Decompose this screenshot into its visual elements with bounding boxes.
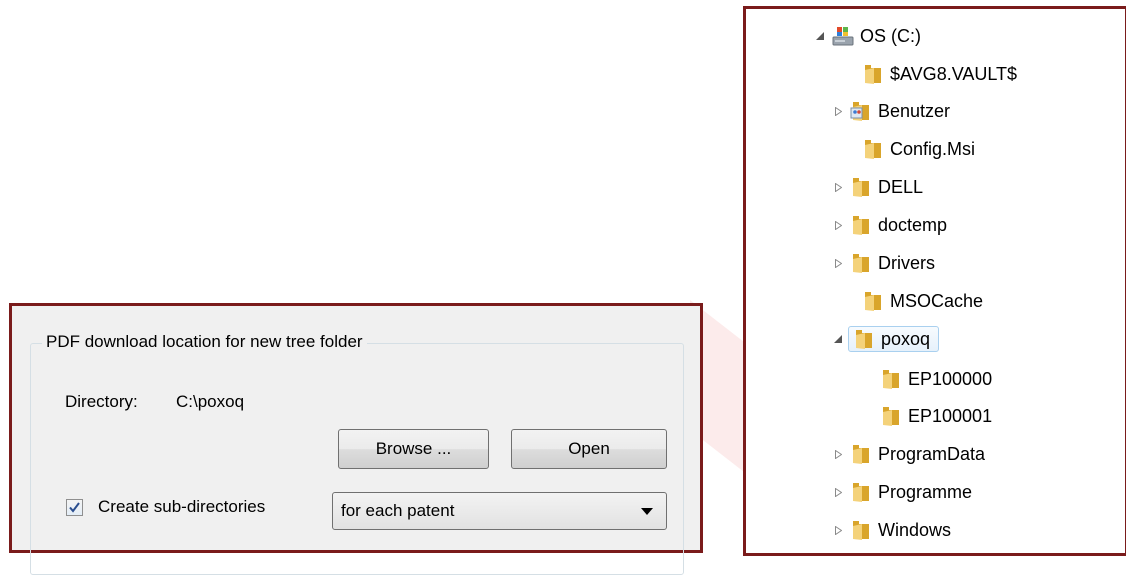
collapsed-arrow-icon[interactable] bbox=[832, 248, 844, 278]
folder-icon bbox=[853, 328, 875, 350]
create-subdirs-checkbox[interactable] bbox=[66, 498, 83, 516]
tree-node-doctemp[interactable]: doctemp bbox=[832, 210, 947, 240]
tree-node-label[interactable]: Config.Msi bbox=[890, 139, 975, 160]
browse-button[interactable]: Browse ... bbox=[338, 429, 489, 469]
tree-node-programdata[interactable]: ProgramData bbox=[832, 439, 985, 469]
folder-icon bbox=[850, 252, 872, 274]
tree-node-label[interactable]: DELL bbox=[878, 177, 923, 198]
expanded-arrow-icon[interactable] bbox=[832, 324, 844, 354]
tree-node-label[interactable]: Benutzer bbox=[878, 101, 950, 122]
tree-node-label[interactable]: doctemp bbox=[878, 215, 947, 236]
tree-node-drivers[interactable]: Drivers bbox=[832, 248, 935, 278]
collapsed-arrow-icon[interactable] bbox=[832, 439, 844, 469]
tree-node-label[interactable]: OS (C:) bbox=[860, 26, 921, 47]
folder-icon bbox=[862, 138, 884, 160]
user-folder-icon bbox=[850, 100, 872, 122]
tree-node-label[interactable]: Windows bbox=[878, 520, 951, 541]
subdir-option-value: for each patent bbox=[341, 501, 455, 520]
folder-icon bbox=[862, 290, 884, 312]
tree-node-poxoq[interactable]: poxoq bbox=[832, 324, 940, 354]
tree-node-programme[interactable]: Programme bbox=[832, 477, 972, 507]
collapsed-arrow-icon[interactable] bbox=[832, 477, 844, 507]
tree-node-ep100001[interactable]: EP100001 bbox=[862, 401, 992, 431]
tree-node-benutzer[interactable]: Benutzer bbox=[832, 96, 950, 126]
tree-node-selection[interactable]: poxoq bbox=[848, 326, 940, 352]
tree-node-msocache[interactable]: MSOCache bbox=[844, 286, 983, 316]
tree-node-config-msi[interactable]: Config.Msi bbox=[844, 134, 975, 164]
tree-node-windows[interactable]: Windows bbox=[832, 515, 951, 545]
tree-node-label[interactable]: MSOCache bbox=[890, 291, 983, 312]
folder-icon bbox=[880, 405, 902, 427]
open-button[interactable]: Open bbox=[511, 429, 667, 469]
folder-icon bbox=[850, 214, 872, 236]
collapsed-arrow-icon[interactable] bbox=[832, 172, 844, 202]
folder-tree: OS (C:) $AVG8.VAULT$ Benutzer Config.Msi bbox=[743, 6, 1126, 556]
tree-node-drive[interactable]: OS (C:) bbox=[814, 21, 921, 51]
tree-node-label[interactable]: Programme bbox=[878, 482, 972, 503]
folder-icon bbox=[850, 176, 872, 198]
tree-node-label[interactable]: ProgramData bbox=[878, 444, 985, 465]
group-title: PDF download location for new tree folde… bbox=[42, 332, 367, 352]
folder-icon bbox=[880, 368, 902, 390]
pdf-download-dialog: PDF download location for new tree folde… bbox=[9, 303, 703, 575]
tree-node-label[interactable]: Drivers bbox=[878, 253, 935, 274]
create-subdirs-label[interactable]: Create sub-directories bbox=[98, 497, 265, 517]
tree-node-label[interactable]: poxoq bbox=[881, 329, 930, 350]
collapsed-arrow-icon[interactable] bbox=[832, 515, 844, 545]
tree-node-label[interactable]: EP100001 bbox=[908, 406, 992, 427]
collapsed-arrow-icon[interactable] bbox=[832, 210, 844, 240]
collapsed-arrow-icon[interactable] bbox=[832, 96, 844, 126]
subdir-option-select[interactable]: for each patent bbox=[332, 492, 667, 530]
folder-icon bbox=[862, 63, 884, 85]
chevron-down-icon[interactable] bbox=[640, 507, 654, 515]
tree-node-avg8[interactable]: $AVG8.VAULT$ bbox=[844, 59, 1017, 89]
expanded-arrow-icon[interactable] bbox=[814, 21, 826, 51]
checkmark-icon bbox=[69, 501, 80, 513]
tree-node-label[interactable]: $AVG8.VAULT$ bbox=[890, 64, 1017, 85]
tree-node-dell[interactable]: DELL bbox=[832, 172, 923, 202]
tree-node-label[interactable]: EP100000 bbox=[908, 369, 992, 390]
folder-icon bbox=[850, 481, 872, 503]
tree-node-ep100000[interactable]: EP100000 bbox=[862, 364, 992, 394]
create-subdirs-row[interactable]: Create sub-directories bbox=[66, 495, 265, 519]
directory-label: Directory: bbox=[65, 392, 138, 411]
folder-icon bbox=[850, 519, 872, 541]
folder-icon bbox=[850, 443, 872, 465]
directory-value: C:\poxoq bbox=[176, 392, 245, 411]
drive-icon bbox=[832, 25, 854, 47]
